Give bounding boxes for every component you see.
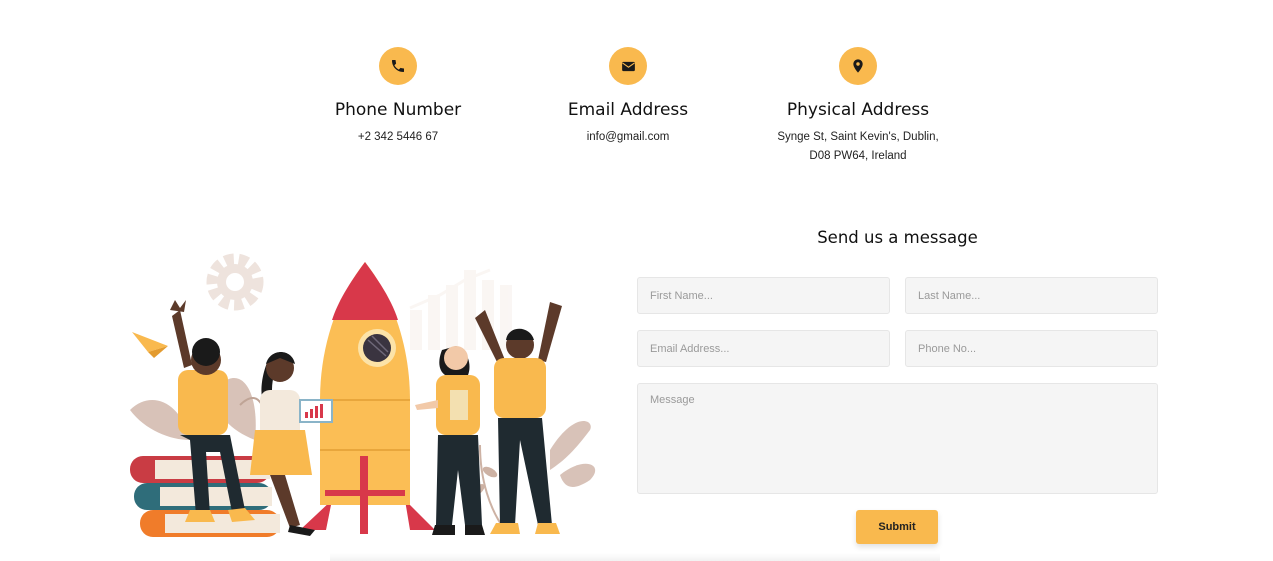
submit-button[interactable]: Submit [856, 510, 938, 544]
envelope-icon [609, 47, 647, 85]
paper-plane-icon [132, 332, 168, 358]
address-value: Synge St, Saint Kevin's, Dublin, D08 PW6… [748, 128, 968, 166]
address-line-2: D08 PW64, Ireland [809, 150, 907, 162]
gear-icon [206, 253, 264, 311]
phone-value: +2 342 5446 67 [357, 131, 439, 143]
tablet-chart-icon [299, 399, 333, 423]
address-line-1: Synge St, Saint Kevin's, Dublin, [777, 131, 939, 143]
message-textarea[interactable] [637, 383, 1158, 494]
phone-contact-card: Phone Number +2 342 5446 67 [288, 47, 508, 147]
phone-number-input[interactable] [905, 330, 1158, 367]
phone-title: Phone Number [334, 100, 462, 120]
address-contact-card: Physical Address Synge St, Saint Kevin's… [748, 47, 968, 166]
first-name-input[interactable] [637, 277, 890, 314]
email-title: Email Address [567, 100, 689, 120]
phone-icon [379, 47, 417, 85]
team-rocket-illustration [130, 253, 596, 537]
last-name-input[interactable] [905, 277, 1158, 314]
location-pin-icon [839, 47, 877, 85]
email-contact-card: Email Address info@gmail.com [518, 47, 738, 147]
address-title: Physical Address [786, 100, 930, 120]
person-with-notebook [415, 346, 485, 535]
form-title: Send us a message [817, 228, 978, 247]
rocket-graphic [300, 262, 435, 534]
background-chart-graphic [409, 268, 512, 350]
email-address-input[interactable] [637, 330, 890, 367]
email-value: info@gmail.com [586, 131, 670, 143]
section-bottom-shadow [330, 553, 940, 561]
